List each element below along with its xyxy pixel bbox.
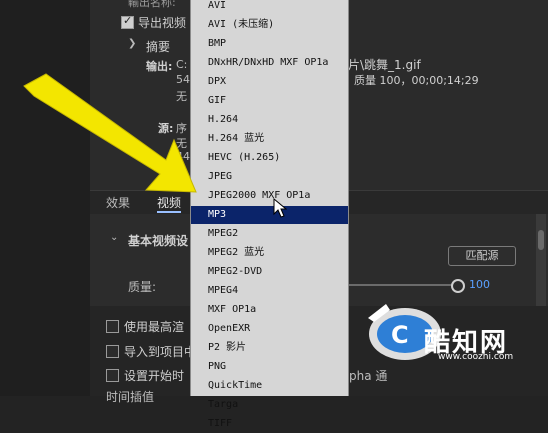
format-option[interactable]: Targa [191,396,348,414]
format-option[interactable]: TIFF [191,415,348,433]
svg-text:C: C [391,321,409,349]
watermark-url-text: www.coozhi.com [438,352,514,362]
mouse-cursor-icon [273,198,287,218]
